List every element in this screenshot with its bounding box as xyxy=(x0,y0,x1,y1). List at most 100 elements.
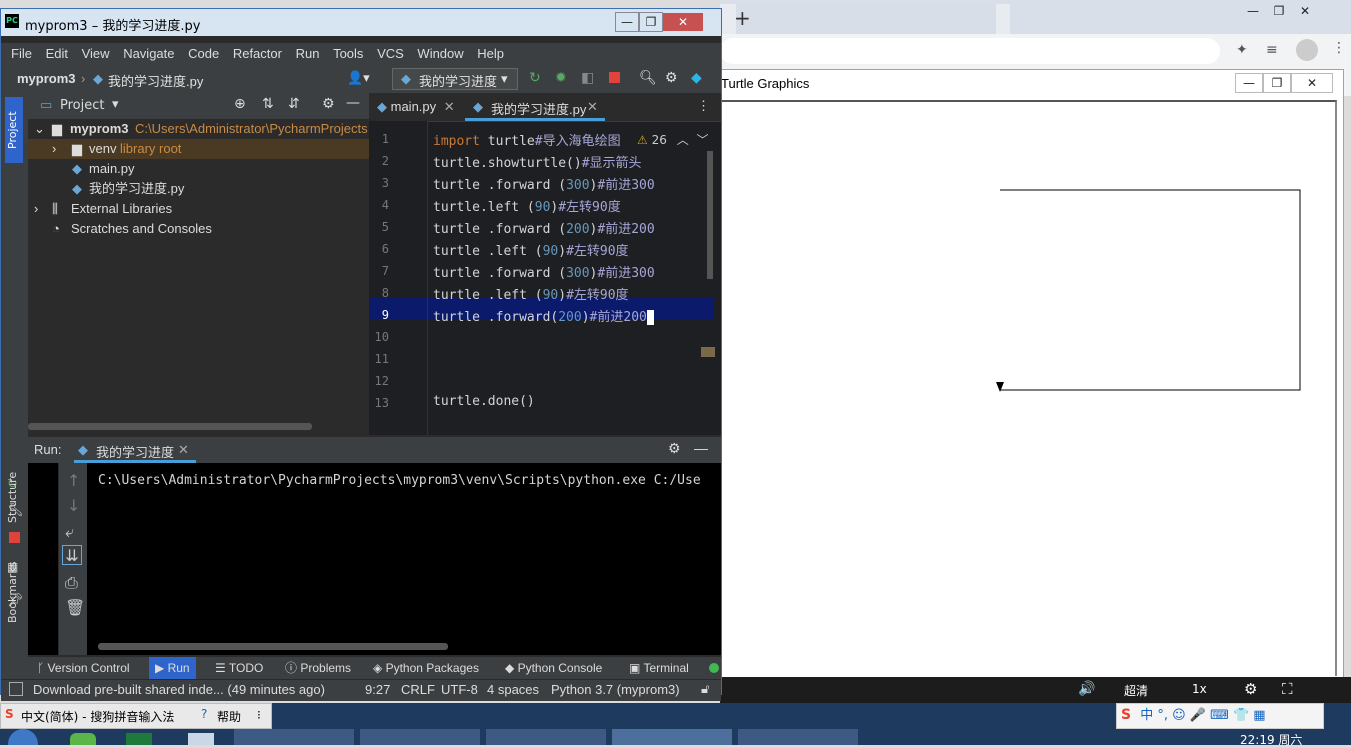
debug-icon[interactable]: ✹ xyxy=(555,69,567,86)
chevron-down-icon[interactable]: ▾ xyxy=(112,97,119,112)
menu-code[interactable]: Code xyxy=(188,46,219,61)
explorer-icon[interactable] xyxy=(188,733,214,745)
python-console-button[interactable]: ◆ Python Console xyxy=(499,657,608,679)
project-tool-tab[interactable]: Project xyxy=(5,97,23,163)
breadcrumb-file[interactable]: 我的学习进度.py xyxy=(108,71,203,90)
tree-venv[interactable]: › ▆ venv library root xyxy=(28,139,369,159)
chevron-right-icon[interactable]: › xyxy=(34,199,38,219)
tree-file-main[interactable]: ◆ main.py xyxy=(28,159,369,179)
hide-icon[interactable]: — xyxy=(694,440,708,456)
rerun-icon[interactable]: ↻ xyxy=(529,69,541,86)
event-log-icon[interactable] xyxy=(709,663,719,673)
minimize-icon[interactable]: — xyxy=(1235,73,1263,93)
menu-window[interactable]: Window xyxy=(417,46,463,61)
print-icon[interactable]: ⎙ xyxy=(65,573,78,593)
hide-icon[interactable]: — xyxy=(346,95,360,111)
close-icon[interactable]: ✕ xyxy=(444,99,455,114)
close-icon[interactable]: ✕ xyxy=(1291,73,1333,93)
menu-help[interactable]: Help xyxy=(477,46,504,61)
taskbar-item-cmd[interactable] xyxy=(486,729,606,745)
speed-button[interactable]: 1x xyxy=(1192,682,1207,696)
up-icon[interactable]: ↑ xyxy=(67,471,80,490)
taskbar-item-python[interactable] xyxy=(738,729,858,745)
excel-icon[interactable] xyxy=(126,733,152,745)
maximize-icon[interactable]: ❐ xyxy=(1263,73,1291,93)
menu-vcs[interactable]: VCS xyxy=(377,46,404,61)
run-config-selector[interactable]: ◆ 我的学习进度 ▾ xyxy=(392,68,518,90)
taskbar-item-browser[interactable] xyxy=(234,729,354,745)
more-icon[interactable]: ⋮ xyxy=(1332,40,1346,56)
chevron-right-icon[interactable]: › xyxy=(52,139,56,159)
start-icon[interactable] xyxy=(8,729,38,745)
todo-button[interactable]: ☰ TODO xyxy=(209,657,269,679)
address-bar[interactable] xyxy=(720,38,1220,64)
sogou-toolbar[interactable]: S 中 °, ☺ 🎤 ⌨ 👕 ▦ xyxy=(1116,703,1324,729)
user-icon[interactable]: 👤▾ xyxy=(347,70,370,86)
extensions-icon[interactable]: ✦ xyxy=(1236,42,1248,58)
settings-icon[interactable]: ⚙ xyxy=(322,96,335,112)
python-packages-button[interactable]: ◈ Python Packages xyxy=(367,657,485,679)
taskbar-item-wechat[interactable] xyxy=(360,729,480,745)
scroll-to-end-icon[interactable]: ⇊ xyxy=(62,545,82,565)
soft-wrap-icon[interactable]: ⤶ xyxy=(65,522,74,542)
interpreter[interactable]: Python 3.7 (myprom3) xyxy=(551,682,680,697)
help-icon[interactable]: ? xyxy=(201,707,207,721)
menu-edit[interactable]: Edit xyxy=(46,46,68,61)
breadcrumb-project[interactable]: myprom3 xyxy=(17,71,76,86)
new-tab-icon[interactable]: + xyxy=(734,6,751,30)
settings-icon[interactable]: ⚙ xyxy=(665,69,678,86)
minimize-icon[interactable]: — xyxy=(1240,2,1266,20)
file-encoding[interactable]: UTF-8 xyxy=(441,682,478,697)
indent-setting[interactable]: 4 spaces xyxy=(487,682,539,697)
close-icon[interactable]: ✕ xyxy=(178,442,189,458)
menu-navigate[interactable]: Navigate xyxy=(123,46,174,61)
horizontal-scrollbar[interactable] xyxy=(98,643,448,650)
line-separator[interactable]: CRLF xyxy=(401,682,435,697)
tree-external-libraries[interactable]: › ⫼ External Libraries xyxy=(28,199,369,219)
down-icon[interactable]: ↓ xyxy=(67,496,80,515)
chevron-down-icon[interactable]: ⌄ xyxy=(34,119,45,139)
volume-icon[interactable]: 🔊 xyxy=(1078,681,1095,697)
jetbrains-icon[interactable]: ◆ xyxy=(691,69,702,86)
menu-run[interactable]: Run xyxy=(296,46,320,61)
run-button[interactable]: ▶ Run xyxy=(149,657,196,679)
settings-icon[interactable]: ⚙ xyxy=(668,440,681,457)
menu-tools[interactable]: Tools xyxy=(333,46,363,61)
fullscreen-icon[interactable]: ⛶ xyxy=(1282,680,1293,698)
restore-icon[interactable]: ❐ xyxy=(1266,2,1292,20)
ime-help[interactable]: 帮助 xyxy=(217,708,241,725)
caret-position[interactable]: 9:27 xyxy=(365,682,390,697)
taskbar-item-pycharm[interactable] xyxy=(612,729,732,745)
horizontal-scrollbar[interactable] xyxy=(28,423,312,430)
close-icon[interactable]: ✕ xyxy=(1292,2,1318,20)
settings-icon[interactable]: ⚙ xyxy=(1244,680,1257,698)
more-icon[interactable]: ⋮ xyxy=(697,98,710,114)
version-control-button[interactable]: ᚴ Version Control xyxy=(31,657,136,679)
search-icon[interactable]: 🔍︎ xyxy=(639,69,657,86)
tree-scratches[interactable]: ◔ Scratches and Consoles xyxy=(28,219,369,239)
editor-scrollbar[interactable] xyxy=(707,151,713,279)
avatar[interactable] xyxy=(1296,39,1318,61)
menu-refactor[interactable]: Refactor xyxy=(233,46,282,61)
menu-file[interactable]: File xyxy=(11,46,32,61)
problems-button[interactable]: ⓘ Problems xyxy=(279,657,357,679)
locate-icon[interactable]: ⊕ xyxy=(234,96,246,112)
maximize-icon[interactable]: ❐ xyxy=(639,12,663,32)
close-icon[interactable]: ✕ xyxy=(587,99,598,115)
structure-tool-tab[interactable]: Structure xyxy=(6,472,19,523)
playlist-icon[interactable]: ≡ xyxy=(1266,42,1278,58)
ime-options-icon[interactable]: ⁝ xyxy=(257,708,261,722)
minimize-icon[interactable]: — xyxy=(615,12,639,32)
ime-label[interactable]: 中文(简体) - 搜狗拼音输入法 xyxy=(21,708,174,725)
quality-button[interactable]: 超清 xyxy=(1124,682,1148,699)
status-message[interactable]: Download pre-built shared inde... (49 mi… xyxy=(33,682,325,697)
trash-icon[interactable]: 🗑︎ xyxy=(65,598,85,617)
inspection-widget[interactable]: ⚠ 26 ︿ ﹀ xyxy=(637,131,709,148)
chevron-down-icon[interactable]: ﹀ xyxy=(697,133,709,147)
run-tab[interactable]: ◆ 我的学习进度 ✕ xyxy=(74,437,196,463)
status-toggle-icon[interactable] xyxy=(9,682,23,696)
collapse-all-icon[interactable]: ⇵ xyxy=(288,96,300,112)
close-icon[interactable]: ✕ xyxy=(663,13,703,31)
stop-icon[interactable] xyxy=(609,72,620,83)
project-panel-title[interactable]: Project xyxy=(60,98,104,113)
